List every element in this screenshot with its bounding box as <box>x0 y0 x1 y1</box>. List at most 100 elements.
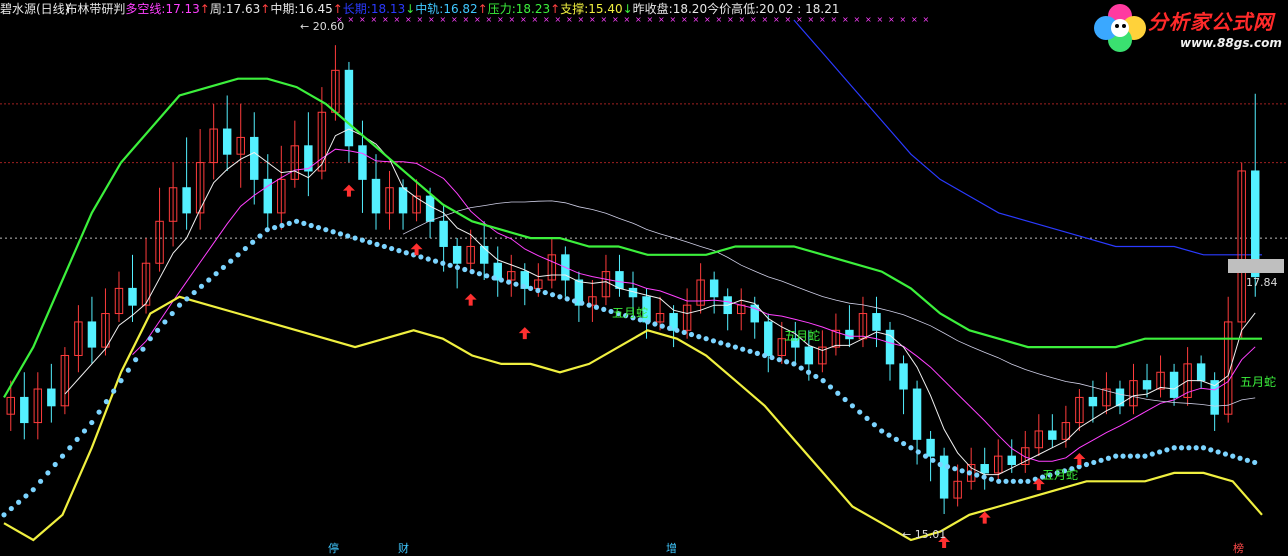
mid-band-dot <box>666 325 673 331</box>
candle-body <box>872 313 881 331</box>
candle-body <box>926 438 935 457</box>
mid-band-dot <box>462 266 468 273</box>
mid-band-dot <box>549 292 556 298</box>
mid-band-dot <box>242 245 248 252</box>
mid-band-dot <box>908 445 914 451</box>
mid-band-dot <box>1 512 7 518</box>
event-marker-ranking[interactable]: 榜 <box>1233 540 1244 556</box>
mid-band-dot <box>220 264 227 271</box>
buy-arrow-icon <box>978 511 991 524</box>
mid-band-dot <box>162 319 168 325</box>
mid-band-dot <box>1105 455 1112 461</box>
mid-band-dot <box>696 334 702 340</box>
chart-stage: { "header": { "title": "碧水源(日线)", "indic… <box>0 0 1288 556</box>
candle-body <box>1115 388 1125 407</box>
logo-url: www.88gs.com <box>1180 36 1282 50</box>
mid-band-dot <box>718 340 724 346</box>
mid-band-dot <box>747 348 753 354</box>
mid-band-dot <box>930 457 936 463</box>
x-marker-29: × <box>670 15 677 24</box>
high-price-value: 20.60 <box>312 20 345 33</box>
candle-body <box>1007 455 1016 466</box>
mid-band-dot <box>1178 445 1185 451</box>
high-price-label: ← 20.60 <box>300 20 345 33</box>
mid-band-dot <box>1237 455 1243 461</box>
mid-band-dot <box>1018 478 1024 484</box>
candle-body <box>804 346 814 365</box>
candle-body <box>845 329 854 340</box>
candle-body <box>980 464 989 474</box>
mid-band-dot <box>959 468 965 474</box>
mid-band-dot <box>783 359 790 365</box>
mid-band-dot <box>250 239 256 245</box>
x-marker-7: × <box>417 15 424 24</box>
mid-band-dot <box>579 300 585 306</box>
candle-body <box>439 220 448 247</box>
x-marker-24: × <box>612 15 619 24</box>
mid-band-dot <box>1025 478 1031 484</box>
mid-band-dot <box>1244 457 1250 463</box>
candle-body <box>899 363 908 390</box>
mid-band-dot <box>476 271 483 277</box>
mid-band-dot <box>381 243 387 250</box>
x-marker-11: × <box>463 15 470 24</box>
candle-body <box>425 195 435 222</box>
mid-band-dot <box>1171 445 1177 451</box>
mid-band-dot <box>688 331 695 338</box>
mid-band-dot <box>67 445 73 451</box>
mid-band-dot <box>1222 451 1229 457</box>
event-marker-suspend[interactable]: 停 <box>328 540 339 556</box>
mid-band-dot <box>37 478 44 484</box>
mid-band-dot <box>1098 457 1104 463</box>
mid-band-dot <box>184 296 190 302</box>
low-price-label: ← 15.01 <box>902 528 947 541</box>
mid-band-dot <box>133 357 139 363</box>
mid-band-dot <box>754 350 760 356</box>
mid-band-dot <box>337 231 344 237</box>
x-marker-13: × <box>486 15 493 24</box>
mid-band-dot <box>308 222 314 229</box>
x-marker-32: × <box>704 15 711 24</box>
mid-band-dot <box>1186 445 1192 451</box>
candle-body <box>1196 363 1206 382</box>
logo-title: 分析家公式网 <box>1148 10 1274 34</box>
mid-band-dot <box>52 461 58 468</box>
mid-band-dot <box>432 258 439 264</box>
x-marker-43: × <box>831 15 838 24</box>
mid-band-dot <box>944 464 951 470</box>
x-marker-35: × <box>739 15 746 24</box>
mid-band-dot <box>871 422 877 428</box>
mid-band-dot <box>1208 447 1214 453</box>
x-marker-42: × <box>819 15 826 24</box>
x-marker-12: × <box>474 15 481 24</box>
candle-body <box>20 396 29 424</box>
mid-band-dot <box>498 277 504 283</box>
mid-band-dot <box>520 283 526 289</box>
event-marker-finance[interactable]: 财 <box>398 540 409 556</box>
mid-band-dot <box>1091 459 1097 466</box>
mid-band-dot <box>352 235 358 241</box>
x-marker-34: × <box>727 15 734 24</box>
buy-arrow-icon <box>518 327 531 340</box>
mid-band-dot <box>16 499 22 505</box>
mid-band-dot <box>491 275 497 281</box>
mid-band-dot <box>981 474 987 480</box>
mid-band-dot <box>1200 445 1207 451</box>
x-marker-49: × <box>900 15 907 24</box>
mid-band-dot <box>293 218 300 224</box>
mid-band-dot <box>286 220 292 226</box>
x-marker-17: × <box>532 15 539 24</box>
event-marker-increase[interactable]: 增 <box>666 540 677 556</box>
candle-body <box>371 178 381 214</box>
mid-band-dot <box>1010 478 1016 484</box>
candle-body <box>452 245 462 264</box>
mid-band-dot <box>805 369 812 375</box>
x-marker-18: × <box>543 15 550 24</box>
mid-band-dot <box>586 302 592 308</box>
candle-body <box>87 321 97 348</box>
mid-band-dot <box>879 428 885 434</box>
candle-body <box>615 271 624 289</box>
mid-band-dot <box>191 289 197 296</box>
mid-band-dot <box>966 470 973 476</box>
x-marker-8: × <box>428 15 435 24</box>
